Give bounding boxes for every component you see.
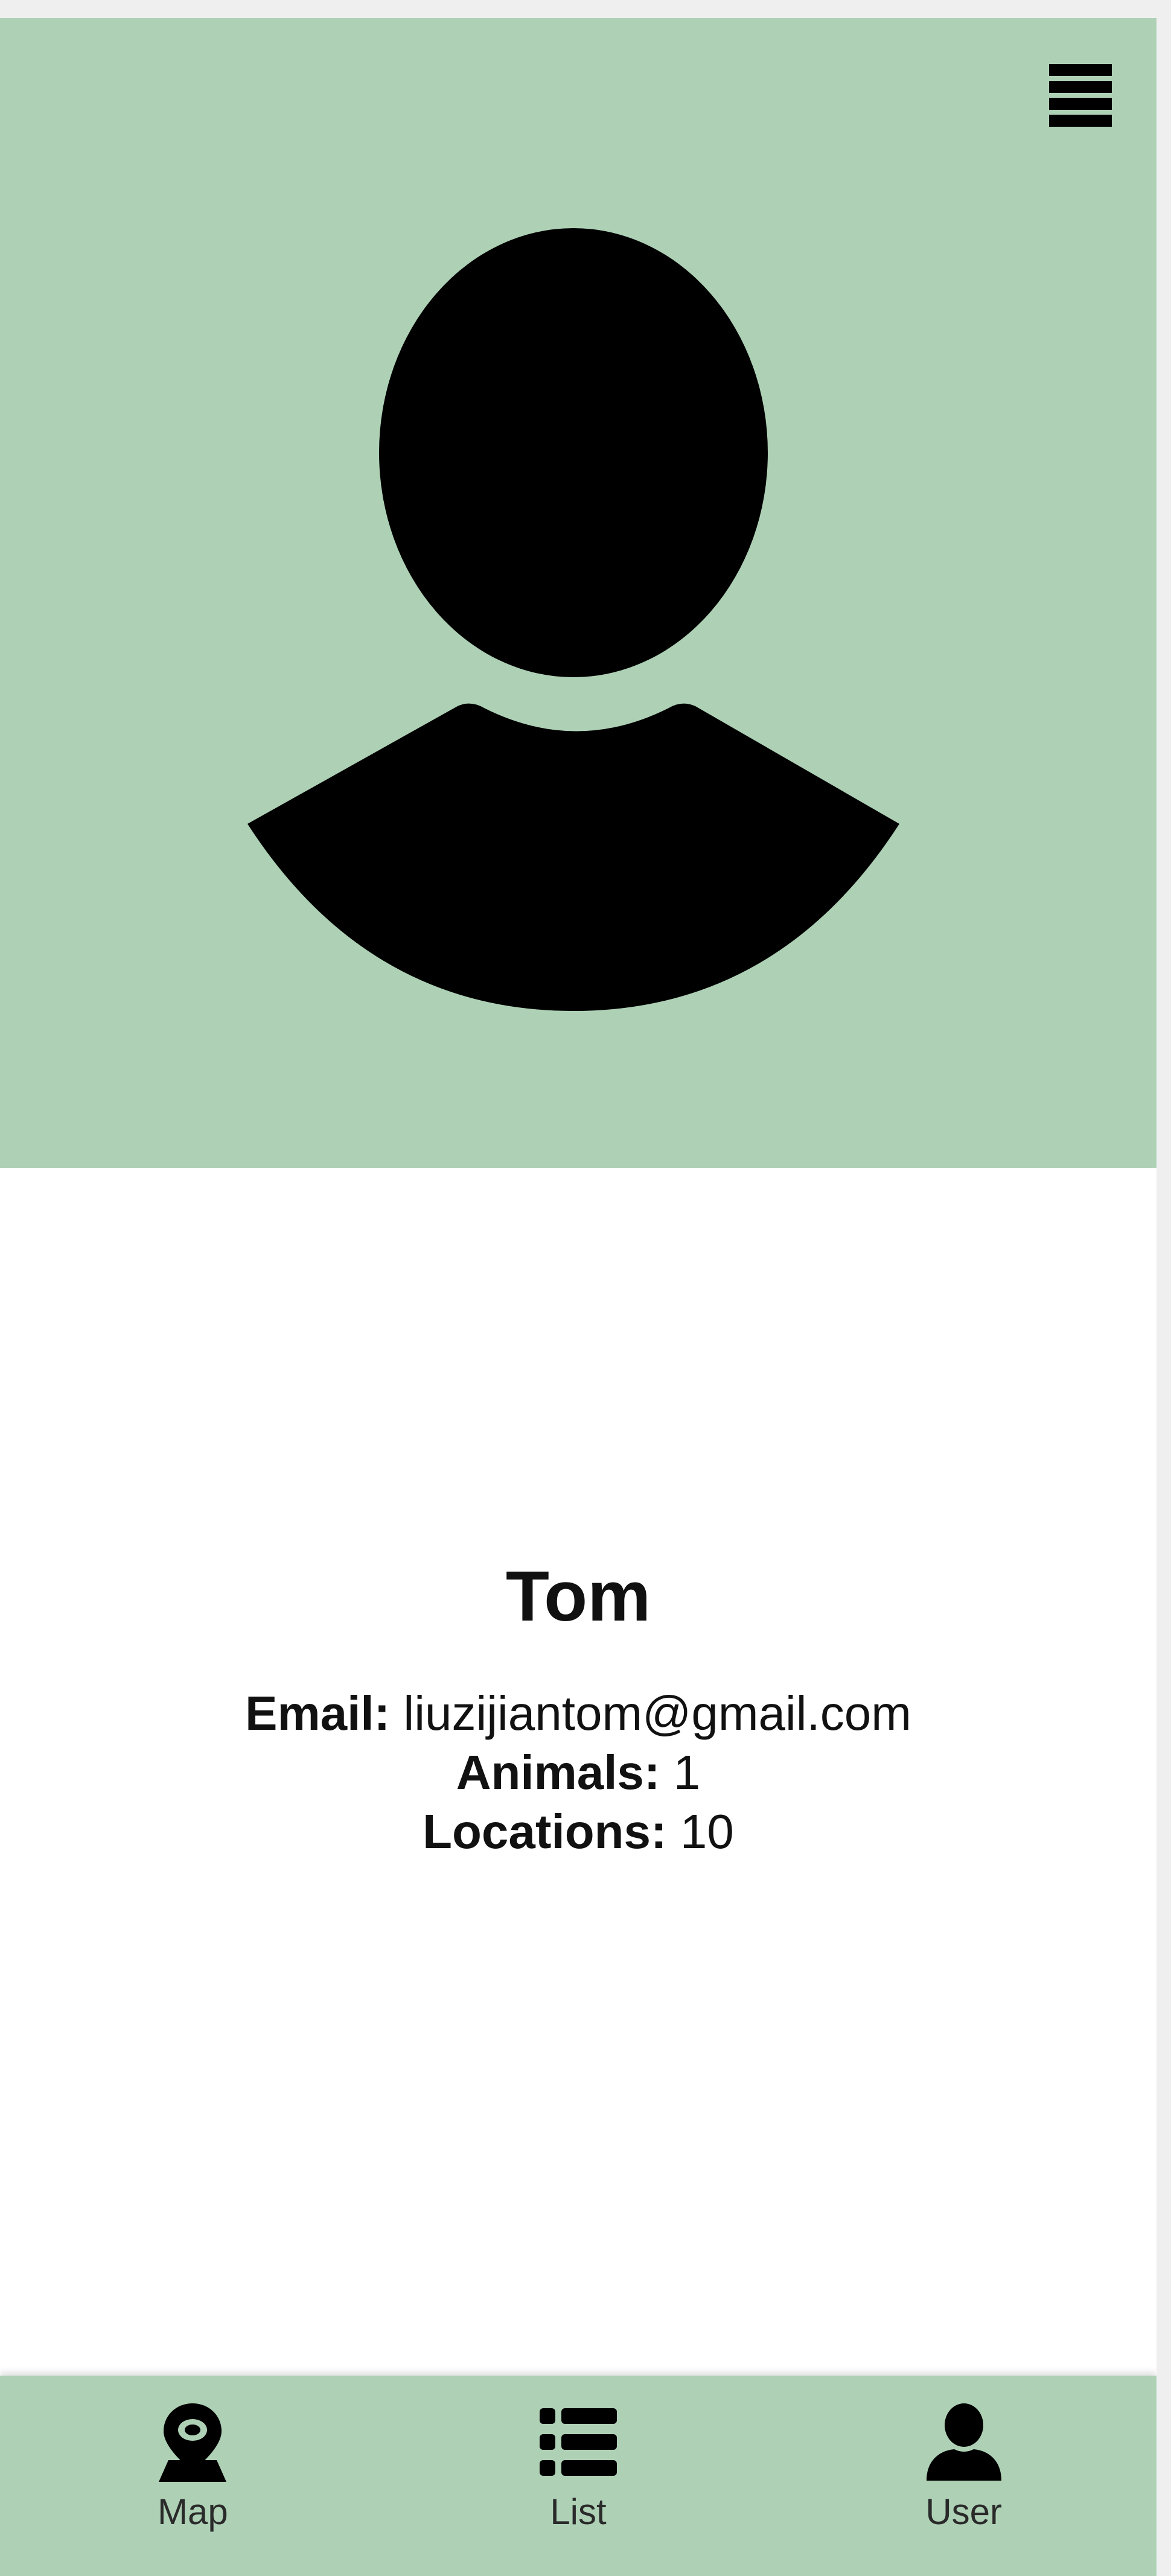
- hamburger-menu-icon: [1049, 64, 1112, 127]
- list-icon: [536, 2400, 621, 2484]
- user-silhouette-icon: [247, 228, 899, 1011]
- bottom-navigation: Map List User: [0, 2376, 1157, 2576]
- profile-header: [0, 18, 1157, 1168]
- user-icon: [922, 2400, 1006, 2484]
- avatar: [247, 223, 905, 1026]
- animals-row: Animals: 1: [0, 1743, 1157, 1802]
- nav-label-map: Map: [157, 2492, 228, 2532]
- nav-label-user: User: [925, 2492, 1003, 2532]
- menu-button[interactable]: [1044, 59, 1117, 132]
- email-label: Email:: [245, 1686, 391, 1740]
- email-value: liuzijiantom@gmail.com: [403, 1686, 911, 1740]
- nav-item-list[interactable]: List: [386, 2376, 771, 2576]
- locations-label: Locations:: [423, 1805, 667, 1858]
- profile-details: Tom Email: liuzijiantom@gmail.com Animal…: [0, 1551, 1157, 1861]
- nav-label-list: List: [550, 2492, 607, 2532]
- locations-count: 10: [680, 1805, 734, 1858]
- nav-item-map[interactable]: Map: [0, 2376, 386, 2576]
- email-row: Email: liuzijiantom@gmail.com: [0, 1684, 1157, 1743]
- animals-label: Animals:: [456, 1745, 660, 1799]
- map-pin-icon: [150, 2400, 235, 2484]
- user-profile-screen: Tom Email: liuzijiantom@gmail.com Animal…: [0, 18, 1157, 2576]
- animals-count: 1: [673, 1745, 701, 1799]
- nav-item-user[interactable]: User: [771, 2376, 1157, 2576]
- user-name: Tom: [505, 1557, 651, 1636]
- locations-row: Locations: 10: [0, 1802, 1157, 1861]
